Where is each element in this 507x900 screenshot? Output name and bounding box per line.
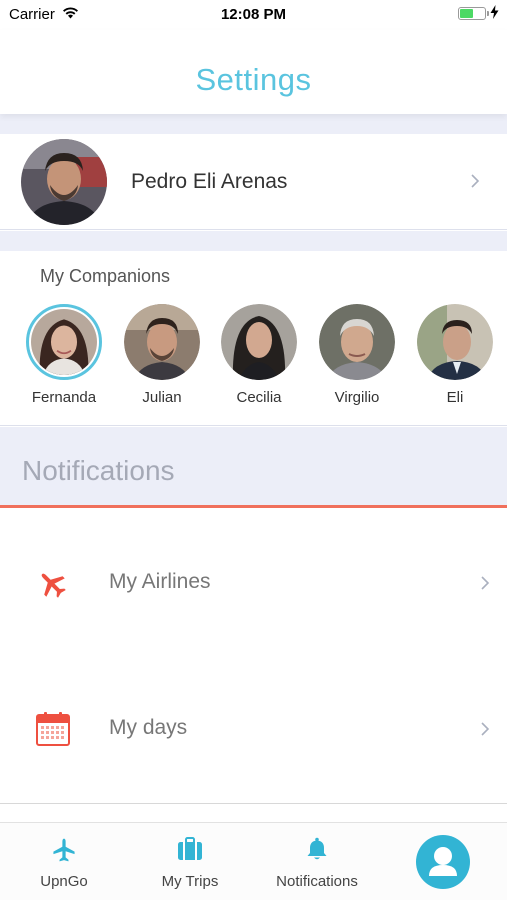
companion-fernanda[interactable]: Fernanda: [19, 304, 109, 406]
companion-virgilio[interactable]: Virgilio: [312, 304, 402, 406]
airplane-icon: [51, 837, 77, 868]
companion-name: Cecilia: [236, 389, 282, 406]
tab-label: My Trips: [161, 873, 219, 890]
tab-bar: UpnGo My Trips Notifications: [0, 822, 507, 900]
chevron-right-icon: [480, 575, 490, 596]
chevron-right-icon: [480, 721, 490, 742]
companion-name: Virgilio: [334, 389, 380, 406]
companion-name: Eli: [446, 389, 464, 406]
tab-label: UpnGo: [40, 873, 88, 890]
my-days-label: My days: [109, 716, 188, 739]
tab-upngo[interactable]: UpnGo: [18, 823, 110, 900]
profile-avatar: [21, 139, 107, 225]
companion-avatar: [26, 304, 102, 380]
status-bar: Carrier 12:08 PM: [0, 0, 507, 30]
my-airlines-row[interactable]: My Airlines: [0, 511, 507, 658]
section-spacer: [0, 114, 507, 134]
battery-level-fill: [460, 9, 473, 18]
page-title: Settings: [195, 62, 312, 97]
calendar-icon: [36, 712, 70, 751]
suitcase-icon: [177, 837, 203, 866]
tab-notifications[interactable]: Notifications: [262, 823, 372, 900]
charging-bolt-icon: [490, 5, 499, 24]
tab-my-trips[interactable]: My Trips: [144, 823, 236, 900]
bell-icon: [306, 837, 328, 866]
companion-avatar: [221, 304, 297, 380]
notifications-section-header: Notifications: [0, 427, 507, 508]
battery-icon: [458, 7, 489, 20]
section-spacer: [0, 231, 507, 251]
tab-profile[interactable]: [416, 835, 470, 889]
status-time: 12:08 PM: [220, 6, 287, 23]
profile-row[interactable]: Pedro Eli Arenas: [0, 134, 507, 230]
my-airlines-label: My Airlines: [109, 570, 211, 593]
user-icon: [416, 835, 470, 889]
companion-name: Julian: [142, 389, 182, 406]
companion-avatar: [124, 304, 200, 380]
companions-title: My Companions: [40, 266, 171, 286]
companions-section: My Companions Fernanda Julian Cecilia Vi…: [0, 251, 507, 426]
tab-label: Notifications: [276, 873, 358, 890]
nav-header: Settings: [0, 30, 507, 114]
companion-julian[interactable]: Julian: [117, 304, 207, 406]
my-days-row[interactable]: My days: [0, 657, 507, 804]
notifications-section-title: Notifications: [22, 455, 175, 486]
companion-cecilia[interactable]: Cecilia: [214, 304, 304, 406]
profile-name: Pedro Eli Arenas: [131, 170, 288, 193]
chevron-right-icon: [470, 173, 480, 194]
companion-avatar: [417, 304, 493, 380]
airplane-icon: [36, 568, 68, 605]
companion-avatar: [319, 304, 395, 380]
companion-name: Fernanda: [31, 389, 97, 406]
companion-eli[interactable]: Eli: [410, 304, 500, 406]
